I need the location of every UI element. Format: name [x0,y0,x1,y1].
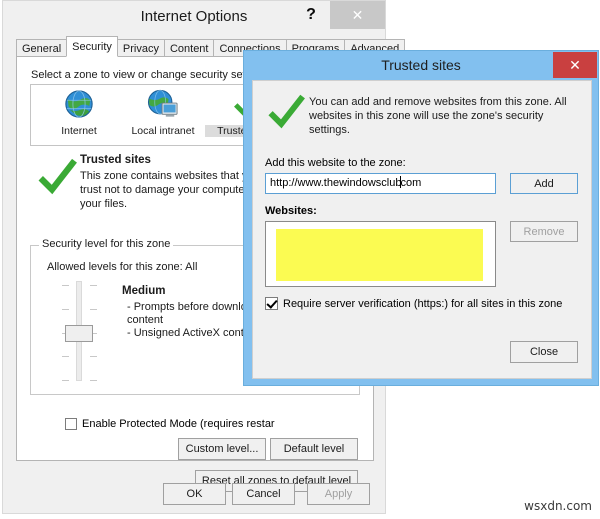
watermark: wsxdn.com [524,499,592,513]
zone-item-internet[interactable]: Internet [37,89,121,137]
security-level-name: Medium [122,285,166,297]
yellow-highlight-annotation [276,229,483,281]
tab-general[interactable]: General [16,39,68,57]
custom-level-button[interactable]: Custom level... [178,438,266,460]
close-icon[interactable]: ✕ [330,1,385,29]
tab-security[interactable]: Security [66,36,118,57]
zone-label-internet: Internet [61,125,97,137]
zone-description-body: This zone contains websites that you tru… [80,170,261,210]
apply-button: Apply [307,483,370,505]
add-website-label: Add this website to the zone: [265,157,406,169]
security-level-legend: Security level for this zone [39,238,174,250]
trusted-sites-titlebar: Trusted sites ✕ [244,51,598,80]
ok-button[interactable]: OK [163,483,226,505]
zone-label-local-intranet: Local intranet [131,125,195,137]
globe-icon [37,89,121,123]
security-level-slider[interactable] [57,281,101,381]
protected-mode-checkbox[interactable] [65,418,77,430]
green-check-icon [267,93,305,131]
require-server-verification-checkbox[interactable] [265,297,278,310]
allowed-levels-text: Allowed levels for this zone: All [47,261,198,273]
trusted-sites-dialog: Trusted sites ✕ You can add and remove w… [243,50,599,386]
globe-monitor-icon [121,89,205,123]
tab-privacy[interactable]: Privacy [116,39,165,57]
zone-item-local-intranet[interactable]: Local intranet [121,89,205,137]
website-url-input[interactable]: http://www.thewindowsclubcom [265,173,496,194]
internet-options-titlebar: Internet Options ? ✕ [3,1,385,32]
cancel-button[interactable]: Cancel [232,483,295,505]
remove-button: Remove [510,221,578,242]
close-button[interactable]: Close [510,341,578,363]
websites-listbox[interactable] [265,221,496,287]
add-button[interactable]: Add [510,173,578,194]
default-level-button[interactable]: Default level [270,438,358,460]
url-text-before-caret: http://www.thewindowsclub [270,177,402,189]
zone-description-title: Trusted sites [80,154,151,166]
trusted-sites-body: You can add and remove websites from thi… [252,80,592,379]
slider-thumb[interactable] [65,325,93,342]
require-server-verification-row[interactable]: Require server verification (https:) for… [265,297,562,310]
page-title: Internet Options [140,8,248,25]
zone-select-label: Select a zone to view or change security… [31,69,264,81]
trusted-sites-title: Trusted sites [381,57,461,73]
close-icon[interactable]: ✕ [553,52,597,78]
green-check-icon [37,157,77,197]
protected-mode-label: Enable Protected Mode (requires restar [82,418,275,430]
url-text-after-caret: com [400,177,422,189]
trusted-sites-info-text: You can add and remove websites from thi… [309,96,567,136]
tab-content[interactable]: Content [163,39,215,57]
help-icon[interactable]: ? [296,1,326,29]
enable-protected-mode-row[interactable]: Enable Protected Mode (requires restar [65,418,275,430]
require-server-verification-label: Require server verification (https:) for… [283,297,563,310]
websites-label: Websites: [265,205,317,217]
